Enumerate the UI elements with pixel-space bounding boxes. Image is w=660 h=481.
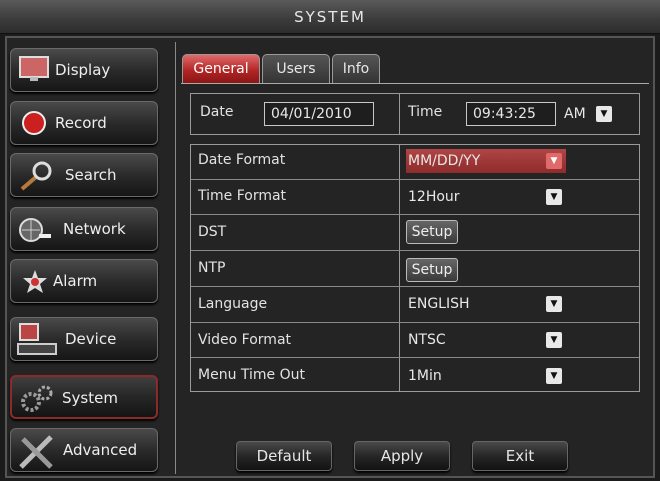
menu-timeout-value: 1Min (408, 368, 442, 384)
sidebar-item-device[interactable]: Device (10, 317, 158, 361)
dst-setup-button[interactable]: Setup (406, 220, 458, 244)
exit-button[interactable]: Exit (472, 441, 568, 471)
chevron-down-icon: ▼ (546, 189, 562, 205)
sidebar-item-label: Record (55, 114, 107, 132)
row-divider (191, 322, 639, 323)
time-field[interactable]: 09:43:25 (466, 102, 556, 126)
sidebar-item-label: System (62, 389, 118, 407)
sidebar-item-label: Advanced (63, 441, 138, 459)
row-divider (191, 250, 639, 251)
date-format-value: MM/DD/YY (408, 153, 481, 169)
device-icon (17, 322, 57, 358)
tools-icon (17, 433, 57, 471)
tab-general[interactable]: General (182, 54, 260, 84)
language-value: ENGLISH (408, 296, 470, 312)
globe-network-icon (17, 216, 53, 244)
sidebar-item-label: Alarm (53, 272, 98, 290)
time-label: Time (408, 104, 443, 120)
chevron-down-icon: ▼ (546, 153, 562, 169)
date-field[interactable]: 04/01/2010 (264, 102, 374, 126)
ntp-label: NTP (198, 260, 226, 276)
date-format-label: Date Format (198, 152, 286, 168)
row-divider (191, 179, 639, 180)
video-format-value: NTSC (408, 332, 446, 348)
monitor-icon (19, 56, 49, 82)
time-format-value: 12Hour (408, 189, 460, 205)
divider (399, 93, 400, 135)
video-format-label: Video Format (198, 332, 292, 348)
ampm-select[interactable]: AM ▼ (562, 102, 618, 126)
sidebar-item-label: Network (63, 220, 126, 238)
sidebar-item-label: Display (55, 61, 111, 79)
alarm-icon (21, 268, 51, 296)
tab-users[interactable]: Users (262, 54, 330, 84)
time-format-select[interactable]: 12Hour ▼ (406, 185, 566, 209)
chevron-down-icon: ▼ (546, 296, 562, 312)
record-icon (21, 110, 49, 138)
gears-icon (20, 383, 56, 415)
apply-button[interactable]: Apply (354, 441, 450, 471)
sidebar-item-system[interactable]: System (10, 375, 158, 419)
sidebar-item-advanced[interactable]: Advanced (10, 428, 158, 472)
magnifier-icon (19, 160, 53, 192)
chevron-down-icon: ▼ (596, 106, 612, 122)
row-divider (191, 357, 639, 358)
row-divider (191, 286, 639, 287)
date-format-select[interactable]: MM/DD/YY ▼ (406, 149, 566, 173)
tab-info[interactable]: Info (332, 54, 380, 84)
ntp-setup-button[interactable]: Setup (406, 258, 458, 282)
language-select[interactable]: ENGLISH ▼ (406, 292, 566, 316)
time-format-label: Time Format (198, 188, 287, 204)
window-title: SYSTEM (0, 0, 660, 34)
sidebar-item-label: Search (65, 166, 117, 184)
date-label: Date (200, 104, 234, 120)
language-label: Language (198, 296, 268, 312)
sidebar-item-network[interactable]: Network (10, 207, 158, 251)
sidebar-item-record[interactable]: Record (10, 101, 158, 145)
menu-timeout-label: Menu Time Out (198, 367, 305, 383)
divider (399, 144, 400, 392)
row-divider (191, 214, 639, 215)
tab-underline (181, 83, 649, 84)
sidebar-item-label: Device (65, 330, 117, 348)
chevron-down-icon: ▼ (546, 368, 562, 384)
sidebar-item-alarm[interactable]: Alarm (10, 259, 158, 303)
chevron-down-icon: ▼ (546, 332, 562, 348)
default-button[interactable]: Default (236, 441, 332, 471)
dst-label: DST (198, 224, 227, 240)
sidebar-item-display[interactable]: Display (10, 48, 158, 92)
ampm-value: AM (564, 106, 586, 122)
sidebar-item-search[interactable]: Search (10, 153, 158, 197)
menu-timeout-select[interactable]: 1Min ▼ (406, 364, 566, 388)
video-format-select[interactable]: NTSC ▼ (406, 328, 566, 352)
